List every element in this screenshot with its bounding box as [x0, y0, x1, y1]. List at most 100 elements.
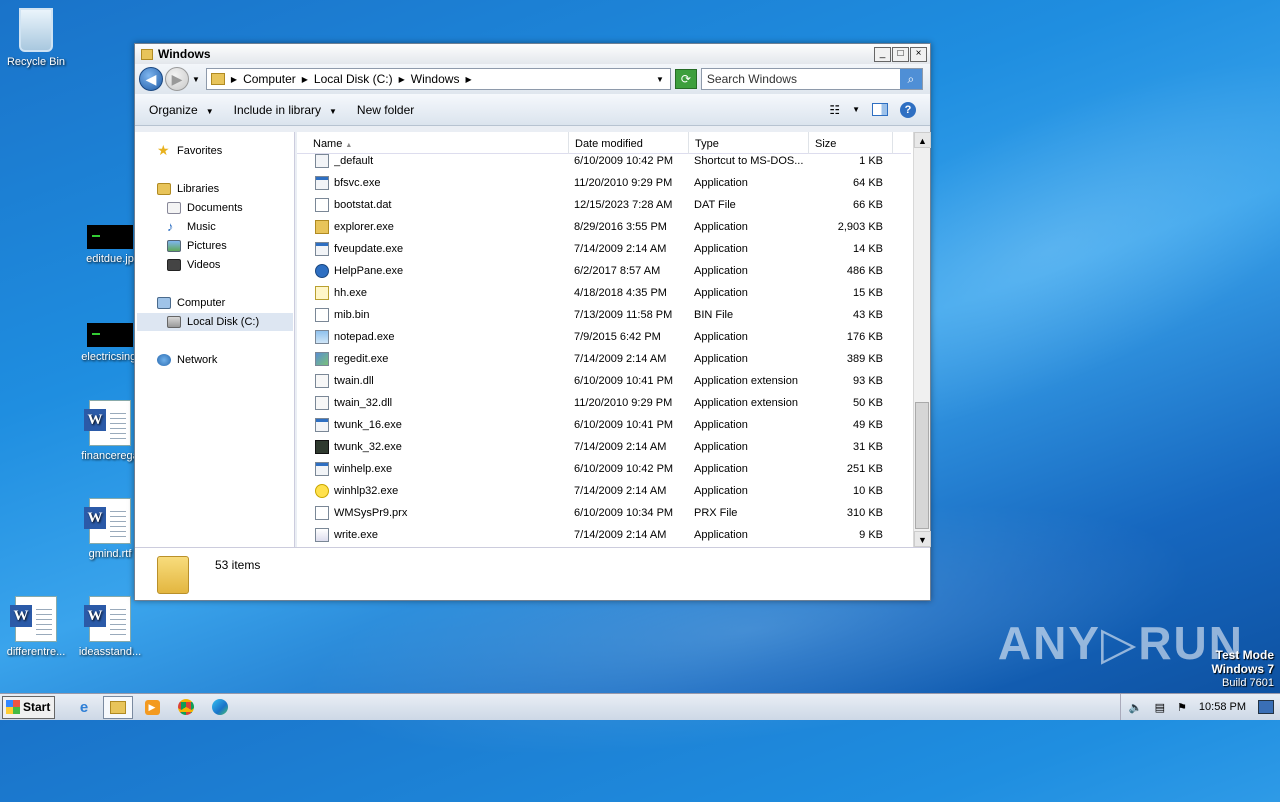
table-row[interactable]: fveupdate.exe 7/14/2009 2:14 AM Applicatio… [297, 238, 911, 260]
action-center-flag-icon[interactable]: ⚑ [1177, 701, 1187, 714]
file-name: fveupdate.exe [334, 243, 404, 255]
scroll-down-button[interactable]: ▼ [914, 531, 931, 547]
volume-icon[interactable]: 🔈 [1129, 701, 1143, 714]
scrollbar-thumb[interactable] [915, 402, 929, 529]
table-row[interactable]: bootstat.dat 12/15/2023 7:28 AM DAT File 66… [297, 194, 911, 216]
computer-icon [157, 297, 171, 309]
word-document-icon: W [84, 400, 131, 446]
breadcrumb-local-disk[interactable]: Local Disk (C:) [314, 72, 393, 86]
address-dropdown-icon[interactable]: ▼ [656, 75, 664, 84]
network-tray-icon[interactable]: ▤ [1155, 701, 1165, 714]
taskbar-internet-explorer[interactable]: e [69, 696, 99, 719]
recent-pages-dropdown-icon[interactable]: ▼ [192, 75, 200, 84]
table-row[interactable]: twunk_16.exe 6/10/2009 10:41 PM Applicatio… [297, 414, 911, 436]
search-icon[interactable]: ⌕ [899, 69, 922, 89]
libraries-icon [157, 183, 171, 195]
view-dropdown-icon[interactable]: ▼ [852, 105, 860, 114]
search-input[interactable]: Search Windows ⌕ [700, 68, 923, 90]
nav-local-disk[interactable]: Local Disk (C:) [137, 313, 293, 331]
file-type: Application [694, 177, 748, 189]
file-date: 7/14/2009 2:14 AM [574, 353, 667, 365]
sort-ascending-icon: ▲ [345, 142, 353, 149]
new-folder-button[interactable]: New folder [357, 103, 414, 117]
chevron-right-icon[interactable]: ▶ [465, 75, 471, 84]
desktop-icon-differentre[interactable]: W differentre... [0, 596, 76, 658]
table-row[interactable]: twain_32.dll 11/20/2010 9:29 PM Applicatio… [297, 392, 911, 414]
taskbar: Start e ▶ 🔈 ▤ ⚑ 10:58 PM [0, 693, 1280, 720]
desktop-icon-ideasstand[interactable]: W ideasstand... [70, 596, 150, 658]
breadcrumb-windows[interactable]: Windows [411, 72, 460, 86]
forward-button[interactable]: ▶ [165, 67, 189, 91]
table-row[interactable]: write.exe 7/14/2009 2:14 AM Application 9 K… [297, 524, 911, 546]
organize-label: Organize [149, 102, 198, 117]
table-row[interactable]: WMSysPr9.prx 6/10/2009 10:34 PM PRX File 31… [297, 502, 911, 524]
table-row[interactable]: HelpPane.exe 6/2/2017 8:57 AM Application 4… [297, 260, 911, 282]
breadcrumb-computer[interactable]: Computer [243, 72, 296, 86]
back-button[interactable]: ◀ [139, 67, 163, 91]
nav-label: Pictures [187, 240, 227, 252]
table-row[interactable]: twain.dll 6/10/2009 10:41 PM Application e… [297, 370, 911, 392]
file-name: twain.dll [334, 375, 374, 387]
nav-pictures[interactable]: Pictures [167, 237, 227, 255]
taskbar-chrome[interactable] [171, 696, 201, 719]
nav-computer[interactable]: Computer [157, 294, 225, 312]
details-pane: 53 items [135, 547, 930, 600]
table-row[interactable]: explorer.exe 8/29/2016 3:55 PM Application… [297, 216, 911, 238]
taskbar-edge[interactable] [205, 696, 235, 719]
help-icon[interactable]: ? [900, 101, 916, 118]
file-type: Application [694, 419, 748, 431]
table-row[interactable]: notepad.exe 7/9/2015 6:42 PM Application 17… [297, 326, 911, 348]
vertical-scrollbar[interactable]: ▲ ▼ [913, 132, 931, 547]
music-icon: ♪ [167, 219, 174, 234]
start-button[interactable]: Start [2, 695, 55, 719]
chevron-right-icon[interactable]: ▶ [302, 75, 308, 84]
nav-documents[interactable]: Documents [167, 199, 243, 217]
nav-libraries[interactable]: Libraries [157, 180, 219, 198]
network-icon [157, 354, 171, 366]
maximize-button[interactable]: □ [892, 46, 909, 62]
file-date: 6/10/2009 10:42 PM [574, 463, 674, 475]
table-row[interactable]: mib.bin 7/13/2009 11:58 PM BIN File 43 KB [297, 304, 911, 326]
file-icon [315, 506, 329, 520]
chevron-right-icon[interactable]: ▶ [399, 75, 405, 84]
file-type: Application [694, 463, 748, 475]
recycle-bin-icon [19, 8, 53, 52]
search-placeholder: Search Windows [706, 72, 797, 86]
organize-button[interactable]: Organize ▼ [149, 103, 214, 117]
nav-music[interactable]: ♪ Music [167, 218, 216, 236]
table-row[interactable]: regedit.exe 7/14/2009 2:14 AM Application 3… [297, 348, 911, 370]
file-list: Name ▲ Date modified Type Size _default 6… [297, 132, 931, 547]
title-bar[interactable]: Windows _ □ × [135, 44, 930, 64]
desktop-icon-recycle-bin[interactable]: Recycle Bin [0, 8, 76, 68]
refresh-button[interactable]: ⟳ [674, 69, 697, 89]
address-bar[interactable]: ▶ Computer ▶ Local Disk (C:) ▶ Windows ▶… [205, 68, 671, 90]
table-row[interactable]: _default 6/10/2009 10:42 PM Shortcut to MS… [297, 150, 911, 172]
table-row[interactable]: winhelp.exe 6/10/2009 10:42 PM Application… [297, 458, 911, 480]
explorer-window: Windows _ □ × ◀ ▶ ▼ ▶ Computer ▶ Local D… [134, 43, 931, 601]
close-button[interactable]: × [910, 46, 927, 62]
file-name: explorer.exe [334, 221, 394, 233]
nav-favorites[interactable]: ★ Favorites [157, 142, 222, 160]
table-row[interactable]: hh.exe 4/18/2018 4:35 PM Application 15 KB [297, 282, 911, 304]
scroll-up-button[interactable]: ▲ [914, 132, 931, 148]
column-label: Name [313, 138, 343, 150]
preview-pane-icon[interactable] [872, 103, 888, 116]
taskbar-media-player[interactable]: ▶ [137, 696, 167, 719]
table-row[interactable]: winhlp32.exe 7/14/2009 2:14 AM Application… [297, 480, 911, 502]
clock[interactable]: 10:58 PM [1199, 701, 1246, 713]
taskbar-explorer[interactable] [103, 695, 133, 719]
file-type: Application [694, 529, 748, 541]
table-row[interactable]: twunk_32.exe 7/14/2009 2:14 AM Application… [297, 436, 911, 458]
application-icon [315, 418, 329, 432]
table-row[interactable]: bfsvc.exe 11/20/2010 9:29 PM Application 64… [297, 172, 911, 194]
nav-network[interactable]: Network [157, 351, 217, 369]
view-options-icon[interactable]: ☷ [829, 103, 840, 117]
nav-videos[interactable]: Videos [167, 256, 220, 274]
minimize-button[interactable]: _ [874, 46, 891, 62]
file-type: DAT File [694, 199, 736, 211]
show-desktop-button[interactable] [1258, 700, 1274, 714]
chevron-right-icon[interactable]: ▶ [231, 75, 237, 84]
file-size: 251 KB [846, 463, 883, 475]
include-in-library-button[interactable]: Include in library ▼ [234, 103, 337, 117]
file-date: 7/9/2015 6:42 PM [574, 331, 661, 343]
